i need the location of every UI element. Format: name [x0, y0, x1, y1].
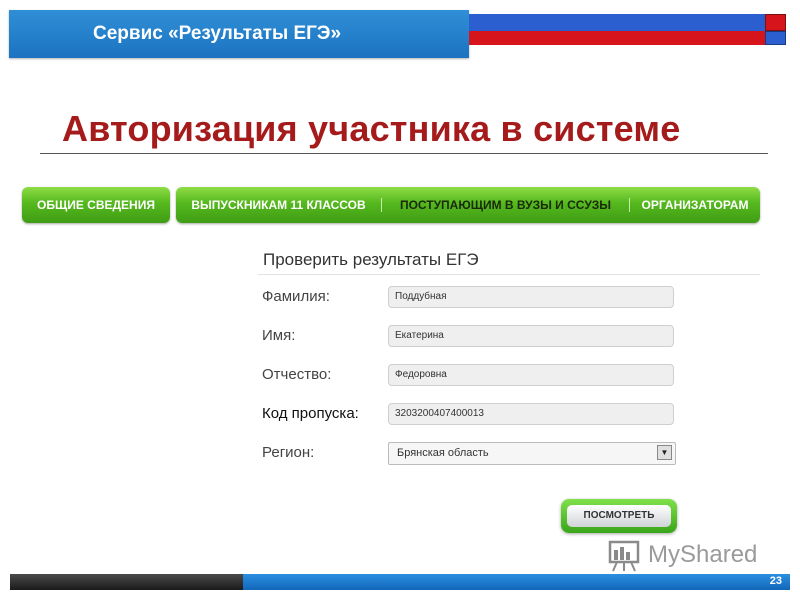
view-results-button[interactable]: Посмотреть [567, 505, 671, 527]
nav-bar: Выпускникам 11 классов Поступающим в вуз… [176, 187, 760, 223]
footer-bar-blue: 23 [243, 574, 790, 590]
flag-square-blue [765, 31, 786, 45]
surname-label: Фамилия: [262, 288, 330, 305]
flag-stripe-blue [469, 14, 765, 31]
watermark-text: MyShared [648, 541, 758, 568]
slide-heading: Авторизация участника в системе [62, 108, 681, 149]
code-field[interactable]: 3203200407400013 [388, 403, 674, 425]
code-label: Код пропуска: [262, 405, 359, 422]
region-label: Регион: [262, 444, 315, 461]
chevron-down-icon[interactable]: ▼ [657, 445, 672, 460]
heading-divider [40, 153, 768, 154]
flag-stripe-red [469, 31, 765, 45]
presentation-board-icon [608, 540, 640, 572]
region-select[interactable]: Брянская область ▼ [388, 442, 676, 465]
patronymic-label: Отчество: [262, 366, 332, 383]
nav-item-graduates[interactable]: Выпускникам 11 классов [176, 187, 381, 223]
nav-item-applicants[interactable]: Поступающим в вузы и ссузы [382, 187, 629, 223]
submit-button-frame[interactable]: Посмотреть [561, 499, 677, 533]
name-label: Имя: [262, 327, 296, 344]
footer-bar-dark [10, 574, 243, 590]
nav-general-info[interactable]: Общие сведения [22, 187, 170, 223]
nav-item-organizers[interactable]: Организаторам [630, 187, 760, 223]
flag-square-red [765, 14, 786, 31]
header-banner: Сервис «Результаты ЕГЭ» [9, 10, 469, 58]
region-select-value: Брянская область [397, 447, 489, 459]
name-field[interactable]: Екатерина [388, 325, 674, 347]
watermark: MyShared [608, 538, 768, 574]
surname-field[interactable]: Поддубная [388, 286, 674, 308]
patronymic-field[interactable]: Федоровна [388, 364, 674, 386]
banner-title: Сервис «Результаты ЕГЭ» [93, 23, 342, 44]
form-divider [258, 274, 760, 275]
form-title: Проверить результаты ЕГЭ [263, 250, 479, 269]
page-number: 23 [769, 575, 782, 587]
